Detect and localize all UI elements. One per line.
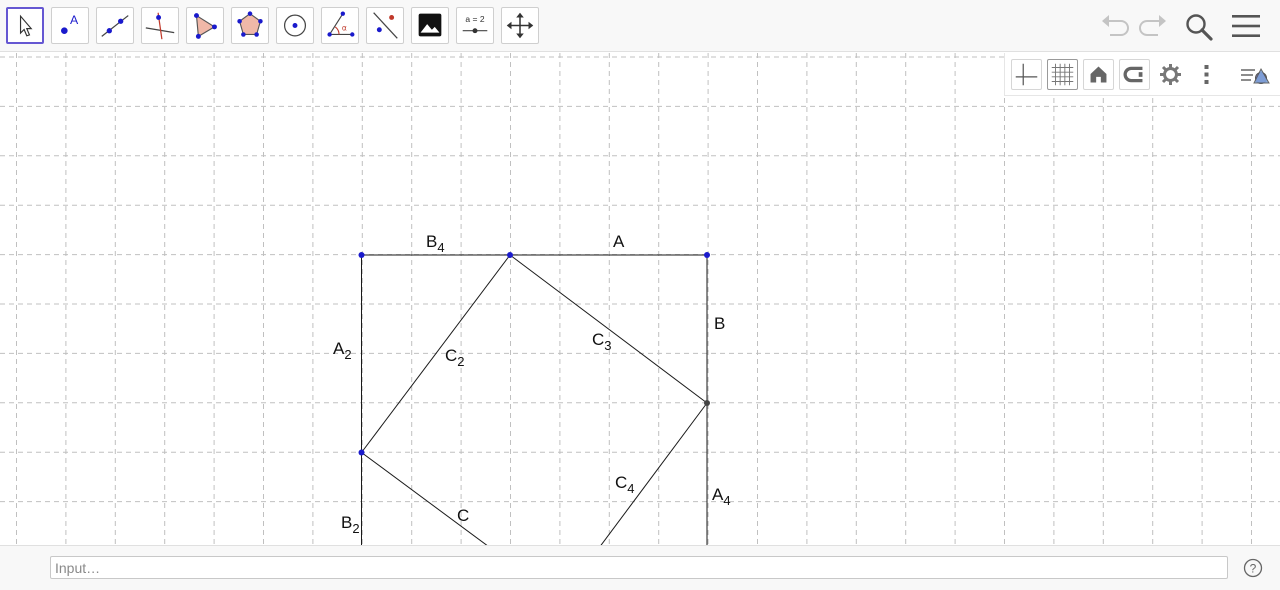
label-a4: A4	[712, 485, 731, 508]
toggle-style-bar-button[interactable]	[1237, 59, 1273, 90]
circle-icon	[283, 14, 307, 37]
axes-icon	[1015, 63, 1038, 86]
label-c: C	[457, 506, 469, 525]
perpendicular-line-icon	[145, 12, 175, 40]
home-icon	[1090, 66, 1107, 83]
algebra-input-field[interactable]	[50, 556, 1228, 579]
svg-text:?: ?	[1250, 562, 1257, 576]
settings-icon	[1160, 64, 1181, 85]
point-icon-label: A	[70, 13, 79, 27]
main-menu-button[interactable]	[1228, 8, 1264, 44]
point[interactable]	[507, 252, 513, 258]
point-capturing-button[interactable]	[1119, 59, 1150, 90]
graphics-style-bar	[1004, 53, 1280, 96]
label-c4: C4	[615, 473, 635, 496]
angle-icon-label: α	[342, 24, 347, 33]
main-toolbar: A α a = 2	[0, 0, 1280, 52]
regular-polygon-tool-button[interactable]	[231, 7, 269, 44]
image-tool-button[interactable]	[411, 7, 449, 44]
more-options-button[interactable]	[1191, 59, 1222, 90]
search-button[interactable]	[1180, 8, 1216, 44]
line-icon	[101, 15, 129, 37]
regular-polygon-icon	[237, 11, 263, 37]
label-b2: B2	[341, 513, 360, 536]
search-icon	[1186, 14, 1213, 41]
toggle-style-bar-icon	[1241, 67, 1270, 84]
point[interactable]	[358, 449, 365, 456]
point-capturing-icon	[1123, 66, 1143, 83]
label-a: A	[613, 232, 625, 251]
redo-icon	[1139, 15, 1166, 36]
construction: B4 A B A2 C2 C3 C4 A4 C B2	[333, 232, 731, 545]
move-arrow-icon	[19, 14, 33, 37]
move-tool-button[interactable]	[6, 7, 44, 44]
angle-icon: α	[327, 11, 355, 37]
slider-icon-label: a = 2	[465, 14, 484, 24]
reflect-tool-button[interactable]	[366, 7, 404, 44]
move-graphics-view-icon	[506, 12, 534, 39]
redo-button[interactable]	[1134, 8, 1170, 44]
point-tool-button[interactable]: A	[51, 7, 89, 44]
graphics-settings-button[interactable]	[1155, 59, 1186, 90]
label-b: B	[714, 314, 725, 333]
image-icon	[418, 13, 442, 37]
label-c3: C3	[592, 330, 612, 353]
reflect-icon	[373, 12, 398, 39]
standard-view-button[interactable]	[1083, 59, 1114, 90]
undo-button[interactable]	[1098, 8, 1134, 44]
grid-icon	[1051, 63, 1074, 86]
slider-tool-button[interactable]: a = 2	[456, 7, 494, 44]
line-tool-button[interactable]	[96, 7, 134, 44]
point[interactable]	[704, 252, 710, 258]
point[interactable]	[704, 400, 710, 406]
segment-c[interactable]	[361, 452, 501, 546]
circle-tool-button[interactable]	[276, 7, 314, 44]
help-icon[interactable]: ?	[1243, 558, 1263, 578]
label-a2: A2	[333, 339, 352, 362]
point[interactable]	[358, 252, 365, 258]
algebra-input-bar: ?	[0, 545, 1280, 590]
segment-c4[interactable]	[590, 402, 708, 545]
menu-icon	[1232, 15, 1260, 37]
grid	[0, 53, 1280, 545]
graphics-view[interactable]: B4 A B A2 C2 C3 C4 A4 C B2	[0, 53, 1280, 545]
toggle-axes-button[interactable]	[1011, 59, 1042, 90]
more-icon	[1204, 65, 1209, 84]
polygon-tool-button[interactable]	[186, 7, 224, 44]
polygon-icon	[194, 13, 217, 39]
label-b4: B4	[426, 232, 445, 255]
slider-icon: a = 2	[462, 14, 488, 34]
point-icon: A	[61, 13, 79, 35]
perpendicular-line-tool-button[interactable]	[141, 7, 179, 44]
angle-tool-button[interactable]: α	[321, 7, 359, 44]
segment-c3[interactable]	[509, 254, 708, 404]
label-c2: C2	[445, 346, 465, 369]
toggle-grid-button[interactable]	[1047, 59, 1078, 90]
undo-icon	[1102, 15, 1129, 36]
move-graphics-view-tool-button[interactable]	[501, 7, 539, 44]
